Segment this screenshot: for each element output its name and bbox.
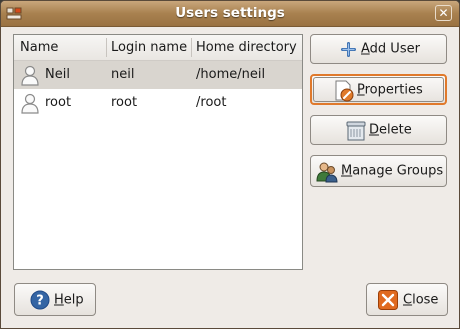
titlebar[interactable]: Users settings ✕: [1, 1, 459, 27]
close-button[interactable]: Close: [366, 283, 448, 316]
manage-groups-label: Manage Groups: [341, 163, 444, 179]
group-icon: [316, 161, 338, 187]
column-header-login[interactable]: Login name: [111, 40, 187, 55]
plus-icon: [341, 42, 356, 61]
close-label: Close: [403, 292, 439, 307]
close-icon: [378, 290, 398, 314]
row-home: /home/neil: [196, 67, 266, 82]
row-name: Neil: [45, 67, 70, 82]
properties-icon: [333, 80, 355, 106]
row-name: root: [45, 95, 72, 110]
users-settings-window: Users settings ✕ Name Login name Home di…: [0, 0, 460, 329]
delete-button[interactable]: Delete: [310, 115, 447, 145]
help-icon: ?: [30, 290, 50, 314]
close-icon: ✕: [438, 6, 449, 20]
table-row[interactable]: Neil neil /home/neil: [14, 61, 302, 89]
users-list[interactable]: Name Login name Home directory Neil neil…: [13, 34, 303, 270]
row-login: root: [111, 95, 138, 110]
window-close-button[interactable]: ✕: [435, 5, 452, 21]
row-home: /root: [196, 95, 227, 110]
person-icon: [20, 93, 40, 114]
column-header-home[interactable]: Home directory: [196, 40, 297, 55]
column-separator: [106, 38, 107, 57]
add-user-button[interactable]: Add User: [310, 34, 447, 64]
column-header-name[interactable]: Name: [20, 40, 58, 55]
column-separator: [191, 38, 192, 57]
help-button[interactable]: ? Help: [14, 283, 96, 316]
properties-button[interactable]: Properties: [310, 74, 447, 105]
delete-label: Delete: [369, 122, 412, 138]
help-label: Help: [54, 292, 84, 307]
manage-groups-button[interactable]: Manage Groups: [310, 155, 447, 187]
table-row[interactable]: root root /root: [14, 89, 302, 117]
add-user-label: Add User: [361, 41, 420, 57]
person-icon: [20, 65, 40, 86]
row-login: neil: [111, 67, 135, 82]
delete-icon: [345, 121, 367, 145]
properties-label: Properties: [357, 82, 423, 97]
window-title: Users settings: [175, 5, 285, 21]
list-header: Name Login name Home directory: [14, 35, 302, 61]
svg-text:?: ?: [36, 294, 44, 309]
